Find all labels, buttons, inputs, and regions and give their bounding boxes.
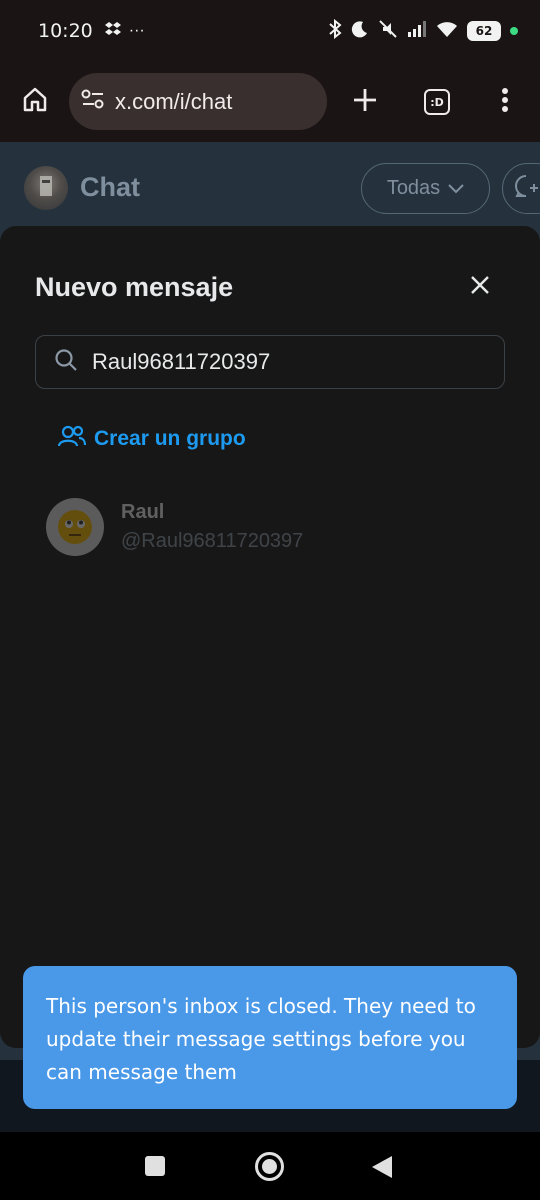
list-item[interactable]: Raul @Raul96811720397 [46, 498, 506, 558]
new-tab-button[interactable] [347, 84, 383, 120]
dialog-title: Nuevo mensaje [35, 272, 234, 302]
emoji-face-icon [58, 510, 92, 544]
moon-icon [351, 20, 369, 43]
home-nav-button[interactable] [255, 1152, 284, 1181]
address-bar[interactable]: x.com/i/chat [69, 73, 327, 130]
bluetooth-icon [328, 18, 342, 44]
new-message-dialog: Nuevo mensaje Crear un grupo Raul @Raul9… [0, 226, 540, 1048]
system-navigation-bar [0, 1132, 540, 1200]
home-icon [21, 85, 49, 118]
back-button[interactable] [372, 1156, 392, 1178]
user-handle: @Raul96811720397 [121, 530, 304, 552]
mute-icon [378, 19, 398, 44]
user-name: Raul [121, 501, 165, 523]
toast-message: This person's inbox is closed. They need… [23, 966, 517, 1109]
search-icon [54, 348, 78, 377]
search-field[interactable] [35, 335, 505, 389]
close-icon [470, 275, 490, 300]
camera-in-use-indicator [510, 27, 518, 35]
battery-icon: 62 [467, 21, 501, 41]
plus-icon [352, 87, 378, 118]
create-group-label: Crear un grupo [94, 427, 246, 450]
recent-apps-button[interactable] [145, 1156, 165, 1176]
wifi-icon [436, 20, 458, 43]
home-circle-icon [262, 1159, 277, 1174]
status-time: 10:20 [38, 20, 93, 42]
tab-switcher-button[interactable]: :D [419, 84, 455, 120]
close-button[interactable] [464, 271, 496, 303]
more-notifications-indicator: ··· [128, 22, 145, 39]
url-text: x.com/i/chat [115, 88, 233, 114]
home-button[interactable] [18, 84, 52, 118]
create-group-button[interactable]: Crear un grupo [57, 424, 246, 454]
browser-menu-button[interactable] [487, 84, 523, 120]
signal-icon [407, 20, 427, 43]
more-vertical-icon [501, 87, 509, 118]
search-input[interactable] [92, 349, 472, 375]
browser-toolbar: x.com/i/chat :D [0, 62, 540, 142]
site-settings-icon[interactable] [81, 88, 105, 115]
status-bar: 10:20 ··· 62 [0, 0, 540, 62]
group-icon [57, 424, 87, 454]
tab-count: :D [424, 89, 450, 115]
avatar [46, 498, 104, 556]
dropbox-icon [104, 21, 121, 42]
